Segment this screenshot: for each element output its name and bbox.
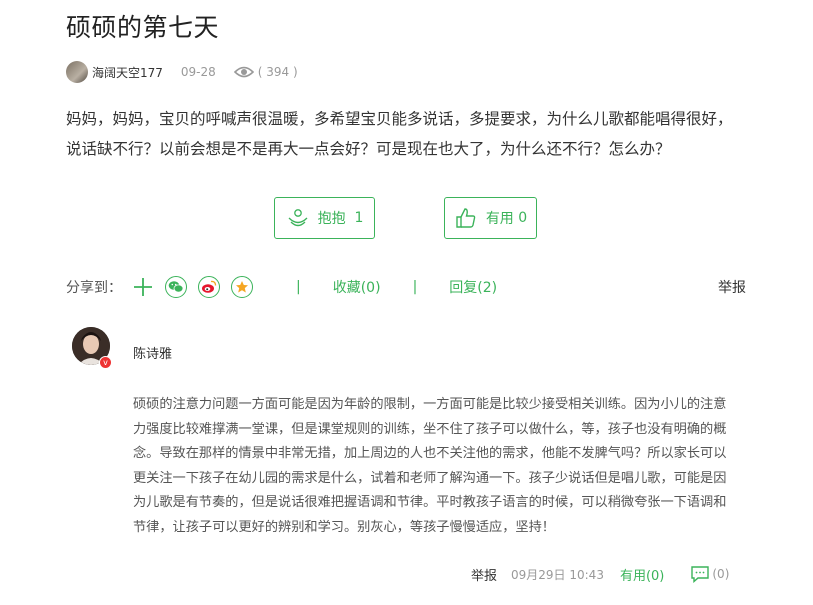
separator: | (412, 279, 418, 295)
hug-label: 抱抱 (317, 211, 346, 227)
answer-report-link[interactable]: 举报 (471, 565, 497, 584)
reply-link[interactable]: 回复(2) (449, 277, 497, 297)
wechat-icon[interactable] (165, 276, 187, 298)
answer-footer: 举报 09月29日 10:43 有用(0) (0) (471, 564, 729, 584)
star-icon[interactable] (231, 276, 253, 298)
question-body: 妈妈，妈妈，宝贝的呼喊声很温暖，多希望宝贝能多说话，多提要求，为什么儿歌都能唱得… (66, 110, 733, 158)
answer-time: 09月29日 10:43 (511, 567, 604, 582)
author-avatar[interactable] (66, 61, 88, 83)
share-bar: 分享到： | 收藏(0) | 回复(2) 举报 (66, 275, 746, 299)
plus-icon[interactable] (132, 276, 154, 298)
answerer-name[interactable]: 陈诗雅 (133, 343, 172, 362)
useful-button[interactable]: 有用 0 (444, 197, 537, 239)
thumbs-up-icon (456, 208, 476, 228)
comment-icon (691, 566, 710, 583)
comment-count: (0) (712, 567, 730, 581)
separator: | (296, 279, 301, 295)
useful-count: 0 (518, 210, 528, 226)
view-count: ( 394 ) (257, 65, 298, 79)
verified-badge: v (99, 356, 112, 369)
report-link[interactable]: 举报 (718, 277, 746, 297)
comment-button[interactable]: (0) (690, 565, 729, 583)
hug-button[interactable]: 抱抱 1 (274, 197, 375, 239)
collect-link[interactable]: 收藏(0) (333, 277, 381, 297)
weibo-icon[interactable] (198, 276, 220, 298)
question-meta: 海阔天空177 09-28 ( 394 ) (66, 60, 298, 84)
useful-label: 有用 (485, 211, 514, 227)
page-title: 硕硕的第七天 (66, 13, 220, 42)
share-label: 分享到： (66, 280, 122, 296)
answer-body: 硕硕的注意力问题一方面可能是因为年龄的限制，一方面可能是比较少接受相关训练。因为… (133, 397, 727, 535)
eye-icon (233, 66, 254, 78)
answer-useful-link[interactable]: 有用(0) (620, 565, 664, 584)
author-name[interactable]: 海阔天空177 (92, 64, 163, 81)
hug-icon (288, 209, 308, 227)
hug-count: 1 (354, 210, 364, 226)
post-date: 09-28 (180, 65, 216, 79)
